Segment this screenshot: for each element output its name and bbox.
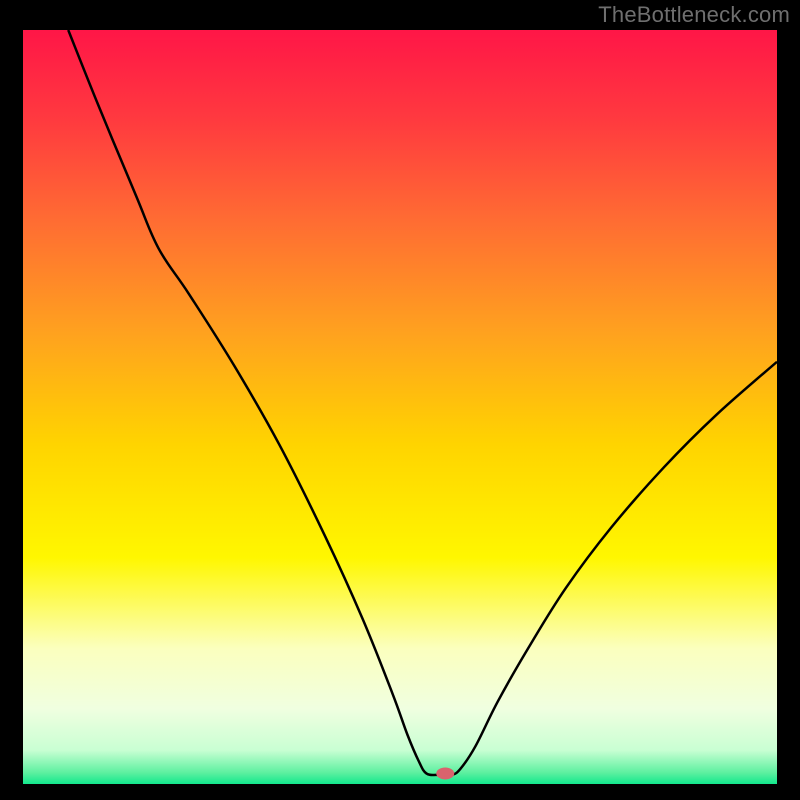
watermark-label: TheBottleneck.com bbox=[598, 2, 790, 28]
chart-frame: TheBottleneck.com bbox=[0, 0, 800, 800]
bottleneck-chart bbox=[0, 0, 800, 800]
plot-background bbox=[23, 30, 777, 784]
optimum-marker bbox=[436, 767, 454, 779]
